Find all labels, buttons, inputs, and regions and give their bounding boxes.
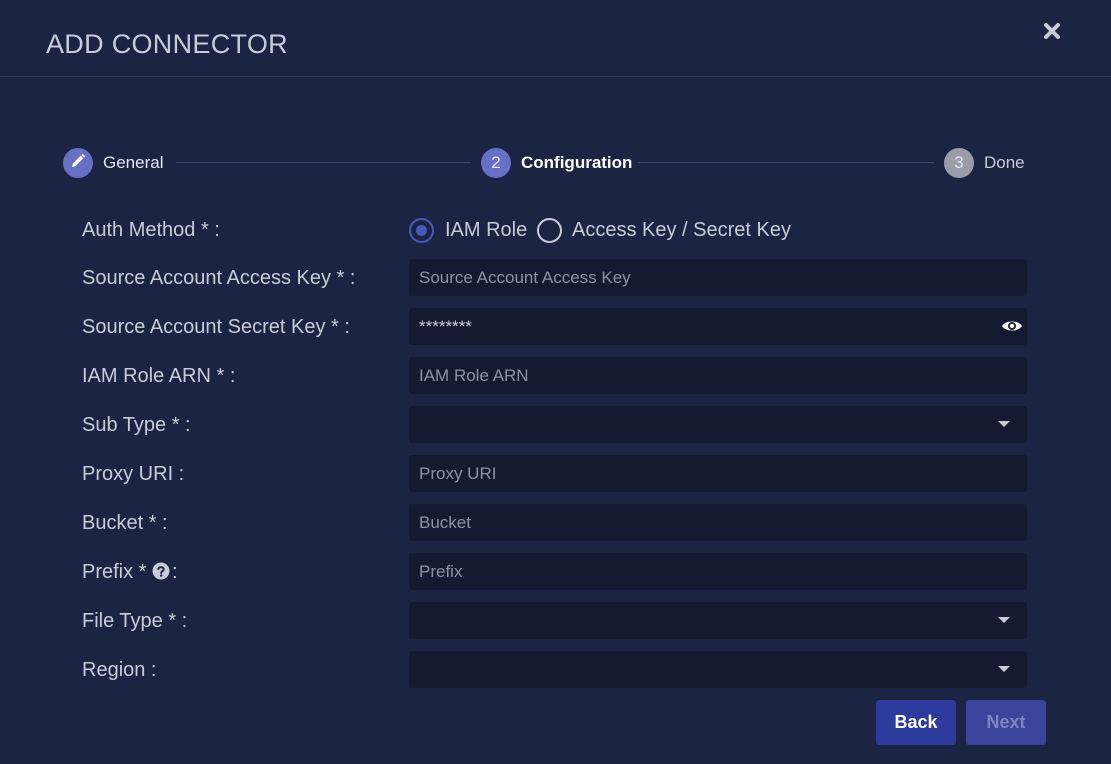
pencil-icon bbox=[70, 153, 86, 174]
iam-role-arn-label: IAM Role ARN * : bbox=[82, 365, 236, 387]
radio-access-key-label[interactable]: Access Key / Secret Key bbox=[572, 219, 791, 242]
prefix-label-text: Prefix * bbox=[82, 561, 153, 583]
proxy-uri-label: Proxy URI : bbox=[82, 463, 185, 485]
access-key-input[interactable] bbox=[409, 259, 1027, 296]
back-button[interactable]: Back bbox=[876, 700, 956, 745]
access-key-label: Source Account Access Key * : bbox=[82, 267, 356, 289]
auth-method-label: Auth Method * : bbox=[82, 219, 220, 241]
iam-role-arn-input[interactable] bbox=[409, 357, 1027, 394]
dialog-title: ADD CONNECTOR bbox=[46, 29, 288, 59]
help-icon[interactable] bbox=[152, 562, 170, 586]
radio-iam-role-label[interactable]: IAM Role bbox=[445, 219, 527, 242]
sub-type-select[interactable] bbox=[409, 406, 1027, 443]
file-type-select[interactable] bbox=[409, 602, 1027, 639]
step-general-circle bbox=[63, 148, 93, 178]
stepper: General 2 Configuration 3 Done bbox=[0, 145, 1111, 181]
prefix-input[interactable] bbox=[409, 553, 1027, 590]
proxy-uri-row: Proxy URI : bbox=[0, 455, 1111, 493]
proxy-uri-input[interactable] bbox=[409, 455, 1027, 492]
step-done-circle: 3 bbox=[944, 148, 974, 178]
prefix-row: Prefix * : bbox=[0, 553, 1111, 591]
step-configuration-circle: 2 bbox=[481, 148, 511, 178]
eye-icon[interactable] bbox=[1001, 316, 1023, 336]
region-row: Region : bbox=[0, 651, 1111, 689]
sub-type-row: Sub Type * : bbox=[0, 406, 1111, 444]
chevron-down-icon bbox=[998, 617, 1010, 623]
bucket-label: Bucket * : bbox=[82, 512, 168, 534]
radio-access-key[interactable] bbox=[537, 218, 562, 243]
bucket-input[interactable] bbox=[409, 504, 1027, 541]
bucket-row: Bucket * : bbox=[0, 504, 1111, 542]
next-button[interactable]: Next bbox=[966, 700, 1046, 745]
region-label: Region : bbox=[82, 659, 157, 681]
prefix-label-suffix: : bbox=[172, 561, 178, 583]
file-type-row: File Type * : bbox=[0, 602, 1111, 640]
iam-role-arn-row: IAM Role ARN * : bbox=[0, 357, 1111, 395]
secret-key-label: Source Account Secret Key * : bbox=[82, 316, 350, 338]
secret-key-row: Source Account Secret Key * : bbox=[0, 308, 1111, 346]
radio-iam-role[interactable] bbox=[409, 218, 434, 243]
chevron-down-icon bbox=[998, 421, 1010, 427]
region-select[interactable] bbox=[409, 651, 1027, 688]
chevron-down-icon bbox=[998, 666, 1010, 672]
auth-method-row: Auth Method * : IAM Role Access Key / Se… bbox=[0, 211, 1111, 249]
step-connector-2 bbox=[638, 162, 934, 163]
prefix-label: Prefix * : bbox=[82, 561, 178, 586]
close-icon[interactable] bbox=[1041, 20, 1063, 42]
step-done-label: Done bbox=[984, 153, 1025, 172]
sub-type-label: Sub Type * : bbox=[82, 414, 191, 436]
file-type-label: File Type * : bbox=[82, 610, 188, 632]
access-key-row: Source Account Access Key * : bbox=[0, 259, 1111, 297]
secret-key-input[interactable] bbox=[409, 308, 1027, 345]
step-connector-1 bbox=[176, 162, 471, 163]
dialog-header: ADD CONNECTOR bbox=[0, 0, 1111, 77]
step-configuration-label: Configuration bbox=[521, 153, 633, 172]
step-general-label: General bbox=[103, 153, 164, 172]
